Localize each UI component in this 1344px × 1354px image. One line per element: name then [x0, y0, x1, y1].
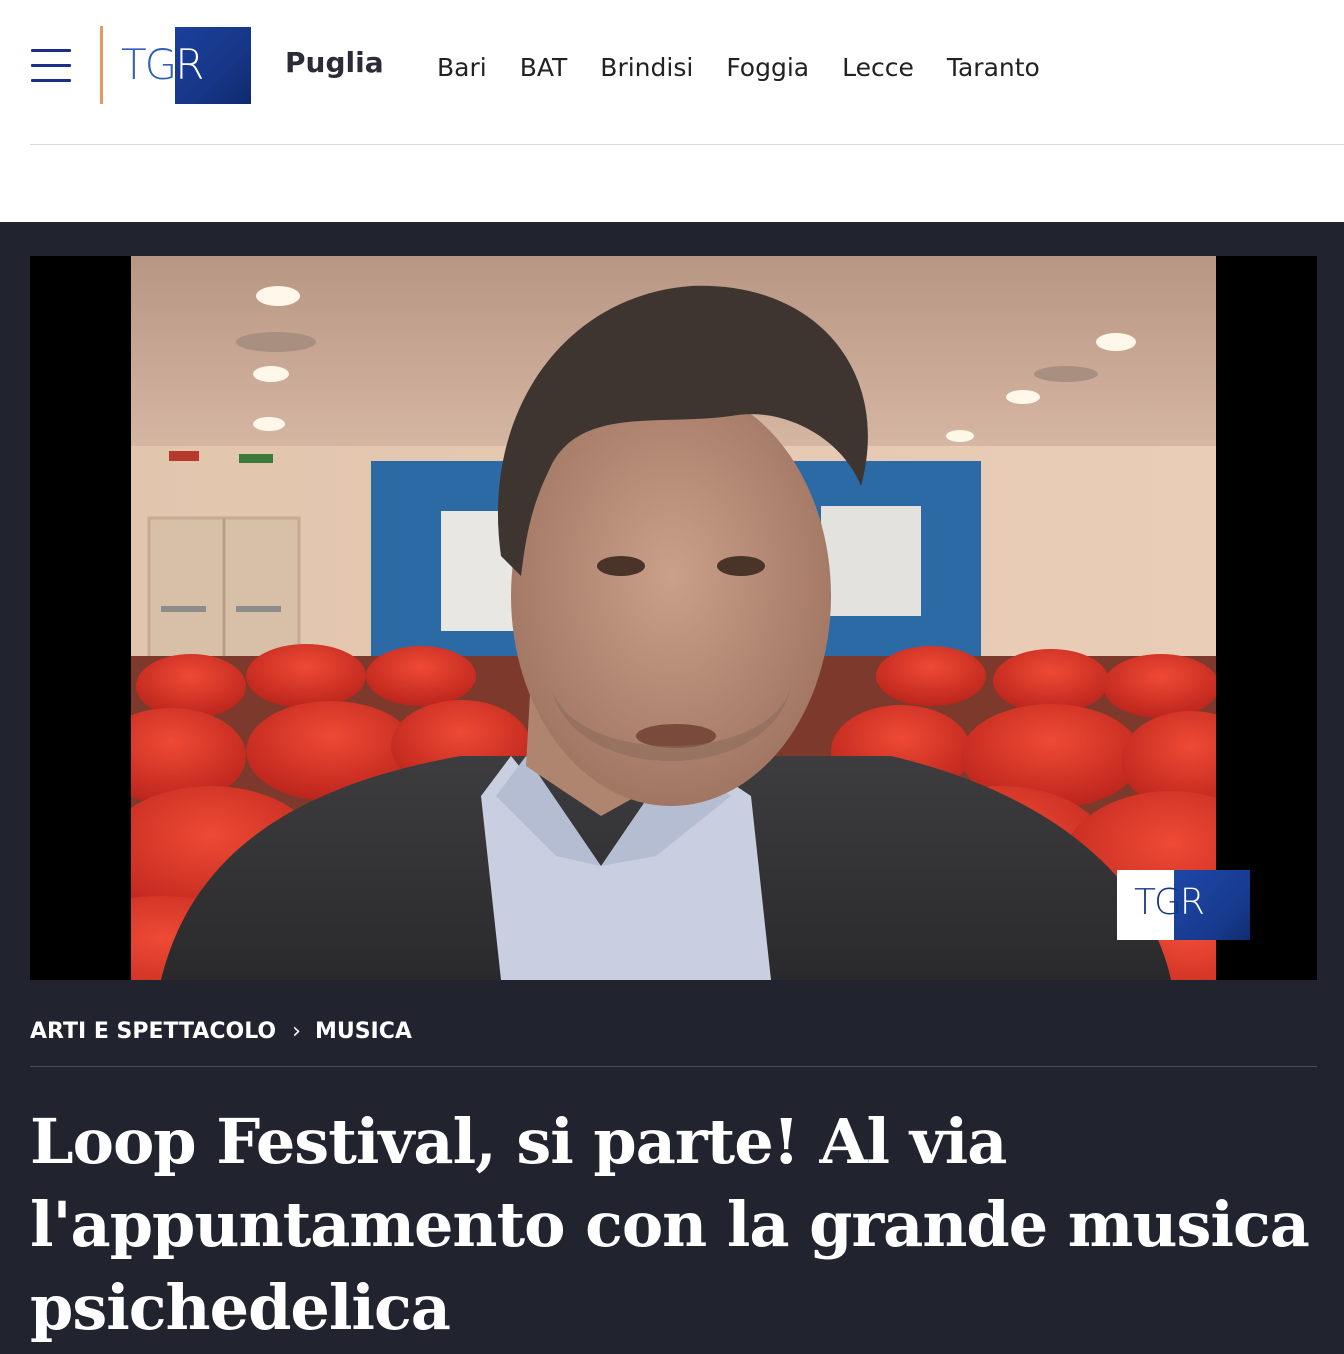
nav-item-brindisi[interactable]: Brindisi: [600, 52, 693, 84]
chevron-right-icon: ›: [292, 1019, 301, 1044]
video-player[interactable]: TGR: [30, 256, 1317, 980]
article: TGR ARTI E SPETTACOLO › MUSICA Loop Fest…: [0, 222, 1344, 1354]
video-still-image: [131, 256, 1216, 980]
article-title: Loop Festival, si parte! Al via l'appunt…: [30, 1105, 1310, 1344]
nav-item-bari[interactable]: Bari: [437, 52, 487, 84]
breadcrumb-arti-e-spettacolo[interactable]: ARTI E SPETTACOLO: [30, 1018, 276, 1046]
logo-divider: [100, 26, 103, 104]
header-divider: [30, 144, 1344, 145]
tgr-watermark-logo: TGR: [1117, 870, 1250, 940]
breadcrumb-musica[interactable]: MUSICA: [315, 1018, 412, 1046]
menu-icon[interactable]: [31, 49, 71, 85]
article-divider: [30, 1066, 1317, 1067]
nav-item-foggia[interactable]: Foggia: [726, 52, 809, 84]
nav-item-taranto[interactable]: Taranto: [947, 52, 1040, 84]
tgr-logo[interactable]: TGR: [119, 27, 251, 104]
city-nav: Bari BAT Brindisi Foggia Lecce Taranto: [437, 52, 1073, 84]
nav-item-bat[interactable]: BAT: [520, 52, 568, 84]
site-header: TGR Puglia Bari BAT Brindisi Foggia Lecc…: [0, 0, 1344, 222]
region-title[interactable]: Puglia: [285, 46, 384, 79]
breadcrumb: ARTI E SPETTACOLO › MUSICA: [30, 1018, 412, 1046]
video-frame: [131, 256, 1216, 980]
nav-item-lecce[interactable]: Lecce: [842, 52, 914, 84]
